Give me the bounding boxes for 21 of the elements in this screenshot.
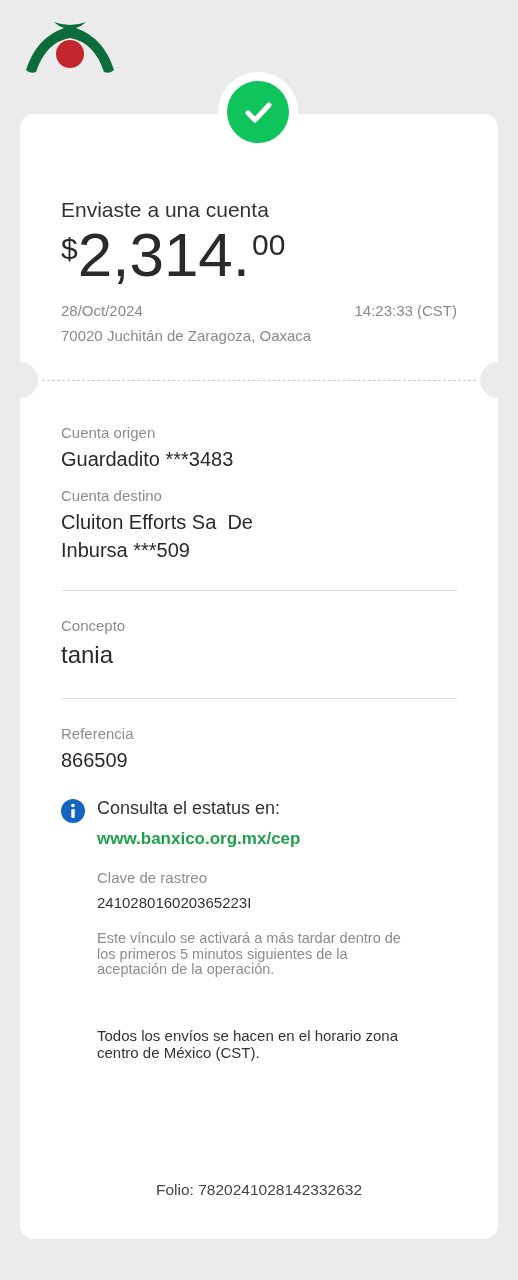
field-value: Cluiton Efforts Sa De Inbursa ***509 (61, 510, 254, 563)
location-text: 70020 Juchitán de Zaragoza, Oaxaca (61, 327, 313, 344)
timezone-note: Todos los envíos se hacen en el horario zona centro de México (CST). (97, 1028, 400, 1062)
banxico-link[interactable]: www.banxico.org.mx/cep (97, 828, 437, 849)
field-value: 866509 (61, 747, 129, 773)
tracking-value: 241028016020365223I (97, 893, 253, 911)
tracking-label: Clave de rastreo (97, 868, 209, 886)
status-heading: Consulta el estatus en: (97, 797, 282, 819)
date-text: 28/Oct/2024 (61, 302, 143, 319)
info-icon (61, 798, 85, 823)
folio-text: Folio: 7820241028142332632 (155, 1181, 363, 1199)
field-label: Cuenta destino (61, 487, 163, 504)
field-value: tania (61, 640, 115, 670)
field-value: Guardadito ***3483 (61, 447, 235, 472)
time-text: 14:23:33 (CST) (354, 302, 457, 319)
field-label: Cuenta origen (61, 424, 157, 441)
field-label: Referencia (61, 724, 135, 742)
transfer-title: Enviaste a una cuenta (61, 198, 270, 222)
field-label: Concepto (61, 617, 127, 634)
link-note: Este vínculo se activará a más tardar dentro de los primeros 5 minutos siguientes de la aceptación de la operación. (97, 930, 402, 979)
logo-icon (24, 20, 116, 76)
